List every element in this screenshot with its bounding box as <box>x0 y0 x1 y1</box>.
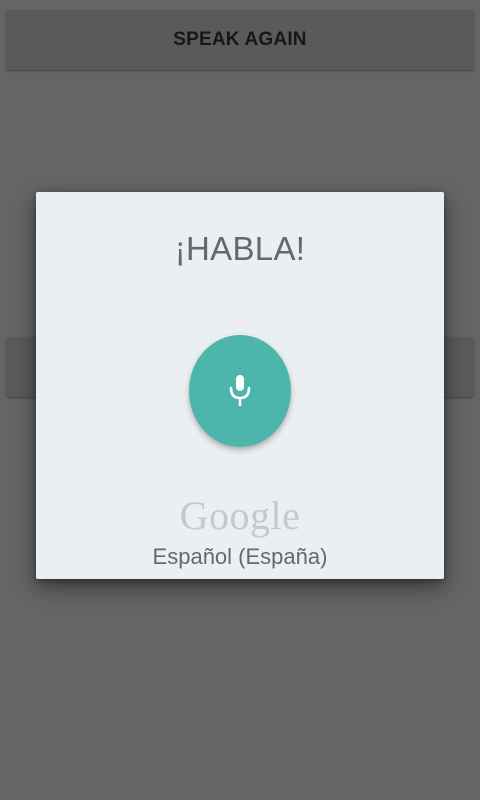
microphone-icon <box>229 375 251 406</box>
speech-input-dialog: ¡HABLA! Google Español (España) <box>36 192 444 579</box>
language-label[interactable]: Español (España) <box>36 544 444 570</box>
microphone-button[interactable] <box>189 335 291 447</box>
google-logo: Google <box>179 493 301 538</box>
speak-again-label: SPEAK AGAIN <box>173 29 307 50</box>
dialog-prompt: ¡HABLA! <box>174 230 306 267</box>
speak-again-button[interactable]: SPEAK AGAIN <box>6 10 474 70</box>
